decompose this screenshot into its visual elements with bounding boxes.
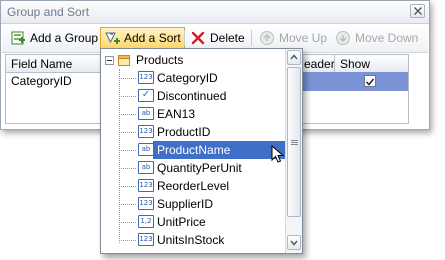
move-down-icon [336, 31, 350, 45]
tree-item-label: SupplierID [157, 197, 214, 211]
move-up-button[interactable]: Move Up [255, 27, 331, 49]
integer-type-icon: 123 [138, 233, 154, 246]
tree-item-ean13[interactable]: ab EAN13 [119, 105, 289, 123]
move-up-label: Move Up [279, 31, 328, 45]
tree-item-categoryid[interactable]: 123 CategoryID [119, 69, 289, 87]
boolean-type-icon: ✓ [138, 89, 154, 102]
add-sort-label: Add a Sort [124, 31, 181, 45]
selected-cells[interactable] [288, 72, 408, 91]
tree-item-reorderlevel[interactable]: 123 ReorderLevel [119, 177, 289, 195]
column-header-show-header[interactable]: eader [304, 57, 335, 71]
integer-type-icon: 123 [138, 71, 154, 84]
column-header-field-name[interactable]: Field Name [11, 57, 72, 71]
close-icon [414, 7, 422, 15]
tree-item-label: Discontinued [157, 89, 227, 103]
tree-item-label: ReorderLevel [157, 179, 230, 193]
field-list-dropdown[interactable]: Products 123 CategoryID ✓ Discontinued a… [100, 48, 303, 254]
close-button[interactable] [410, 4, 425, 18]
add-sort-icon [105, 32, 120, 44]
tree-item-productname[interactable]: ab ProductName [119, 141, 302, 163]
checkmark-icon [365, 78, 375, 86]
tree-item-label: CategoryID [157, 71, 218, 85]
add-group-icon [11, 31, 25, 45]
scroll-up-button[interactable] [287, 50, 301, 65]
toolbar-separator [184, 30, 185, 46]
move-down-label: Move Down [355, 31, 419, 45]
field-name-cell[interactable]: CategoryID [11, 74, 72, 88]
integer-type-icon: 123 [138, 125, 154, 138]
tree-item-label: UnitPrice [157, 215, 206, 229]
chevron-up-icon [290, 54, 298, 60]
tree-item-unitsinstock[interactable]: 123 UnitsInStock [119, 231, 289, 249]
scroll-down-button[interactable] [287, 235, 301, 250]
tree-root-products[interactable]: Products [105, 52, 183, 68]
table-icon [118, 55, 130, 66]
add-group-button[interactable]: Add a Group [6, 27, 102, 49]
delete-label: Delete [210, 31, 245, 45]
add-group-label: Add a Group [30, 31, 99, 45]
window-title: Group and Sort [7, 5, 90, 19]
move-down-button[interactable]: Move Down [331, 27, 422, 49]
add-sort-button[interactable]: Add a Sort [100, 27, 185, 49]
tree-item-quantityperunit[interactable]: ab QuantityPerUnit [119, 159, 289, 177]
string-type-icon: ab [138, 107, 154, 120]
show-footer-checkbox[interactable] [364, 75, 376, 87]
delete-button[interactable]: Delete [186, 27, 249, 49]
tree-item-label: EAN13 [157, 107, 196, 121]
decimal-type-icon: 1,2 [138, 215, 154, 228]
tree-item-label: UnitsInStock [157, 233, 225, 247]
string-type-icon: ab [138, 161, 154, 174]
tree-root-label: Products [136, 53, 184, 67]
scroll-thumb[interactable] [287, 67, 301, 217]
integer-type-icon: 123 [138, 179, 154, 192]
integer-type-icon: 123 [138, 197, 154, 210]
column-divider [334, 55, 335, 72]
tree-item-supplierid[interactable]: 123 SupplierID [119, 195, 289, 213]
vertical-scrollbar[interactable] [285, 49, 302, 253]
chevron-down-icon [290, 240, 298, 246]
move-up-icon [260, 31, 274, 45]
delete-icon [191, 31, 205, 45]
tree-item-productid[interactable]: 123 ProductID [119, 123, 289, 141]
toolbar-separator [251, 30, 252, 46]
tree-item-unitprice[interactable]: 1,2 UnitPrice [119, 213, 289, 231]
tree-item-label: ProductName [157, 143, 231, 157]
string-type-icon: ab [138, 143, 154, 156]
collapse-icon[interactable] [105, 55, 114, 65]
tree-item-label: ProductID [157, 125, 211, 139]
title-bar: Group and Sort [1, 1, 429, 24]
tree-item-label: QuantityPerUnit [157, 161, 242, 175]
tree-item-discontinued[interactable]: ✓ Discontinued [119, 87, 289, 105]
